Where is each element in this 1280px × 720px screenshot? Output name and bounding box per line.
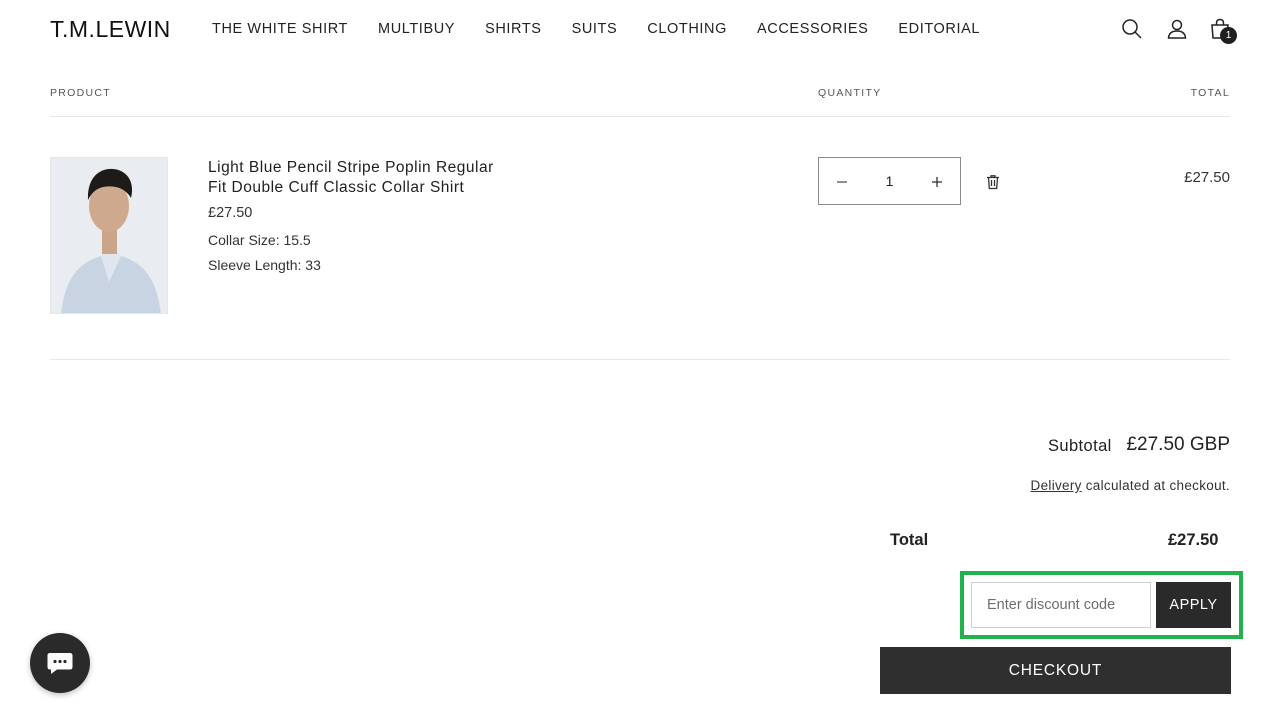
apply-discount-button[interactable]: APPLY xyxy=(1156,582,1231,628)
minus-icon xyxy=(837,181,847,183)
product-option-collar-size: Collar Size: 15.5 xyxy=(208,232,311,248)
decrease-quantity-button[interactable] xyxy=(819,158,865,204)
nav-item-suits[interactable]: SUITS xyxy=(572,21,618,37)
nav-item-shirts[interactable]: SHIRTS xyxy=(485,21,542,37)
product-image[interactable] xyxy=(50,157,168,314)
subtotal-label: Subtotal xyxy=(1048,437,1112,455)
total-value: £27.50 xyxy=(1168,531,1219,549)
quantity-stepper xyxy=(818,157,961,205)
chat-icon xyxy=(47,653,73,674)
quantity-input[interactable] xyxy=(865,158,914,204)
increase-quantity-button[interactable] xyxy=(914,158,960,204)
product-name-link[interactable]: Light Blue Pencil Stripe Poplin Regular … xyxy=(208,158,508,197)
column-header-quantity: QUANTITY xyxy=(818,87,882,99)
plus-icon xyxy=(932,177,942,188)
product-unit-price: £27.50 xyxy=(208,205,253,221)
delivery-note-text: calculated at checkout. xyxy=(1081,478,1230,493)
column-header-product: PRODUCT xyxy=(50,87,112,99)
column-header-total: TOTAL xyxy=(1190,87,1230,99)
nav-item-clothing[interactable]: CLOTHING xyxy=(647,21,727,37)
cart-count-badge: 1 xyxy=(1220,27,1237,44)
product-option-sleeve-length: Sleeve Length: 33 xyxy=(208,257,321,273)
brand-logo[interactable]: T.M.LEWIN xyxy=(50,16,171,43)
account-icon[interactable] xyxy=(1165,17,1189,41)
line-item-total: £27.50 xyxy=(1184,169,1230,186)
delivery-note: Delivery calculated at checkout. xyxy=(1031,478,1230,493)
site-header: T.M.LEWIN THE WHITE SHIRT MULTIBUY SHIRT… xyxy=(0,0,1280,60)
chat-widget-button[interactable] xyxy=(30,633,90,693)
remove-item-trash-icon[interactable] xyxy=(984,173,1002,191)
total-label: Total xyxy=(890,531,929,549)
delivery-link[interactable]: Delivery xyxy=(1031,478,1082,493)
divider xyxy=(50,359,1230,360)
search-icon[interactable] xyxy=(1120,17,1144,41)
subtotal-value: £27.50 GBP xyxy=(1126,434,1230,455)
nav-item-accessories[interactable]: ACCESSORIES xyxy=(757,21,868,37)
nav-item-multibuy[interactable]: MULTIBUY xyxy=(378,21,455,37)
nav-item-the-white-shirt[interactable]: THE WHITE SHIRT xyxy=(212,21,348,37)
checkout-button[interactable]: CHECKOUT xyxy=(880,647,1231,694)
discount-code-input[interactable] xyxy=(971,582,1151,628)
divider xyxy=(50,116,1230,117)
nav-item-editorial[interactable]: EDITORIAL xyxy=(898,21,980,37)
main-nav: THE WHITE SHIRT MULTIBUY SHIRTS SUITS CL… xyxy=(212,21,1010,37)
